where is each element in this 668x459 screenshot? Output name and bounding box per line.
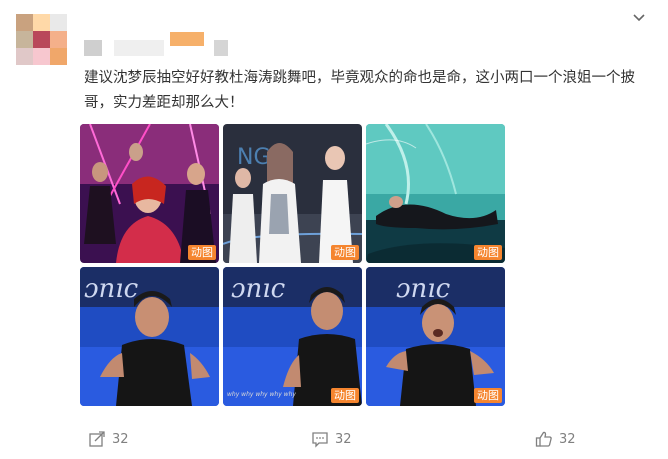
post-image[interactable]: ɔnıc why why why why why 动图 [223, 267, 362, 406]
share-count: 32 [112, 431, 129, 447]
avatar-pixel [50, 31, 67, 48]
comment-button[interactable]: 32 [311, 430, 352, 448]
comment-icon [312, 432, 328, 448]
avatar-pixel [50, 48, 67, 65]
gif-badge: 动图 [188, 245, 216, 260]
avatar-pixel [16, 31, 33, 48]
avatar-pixel [16, 48, 33, 65]
like-button[interactable]: 32 [535, 430, 576, 448]
svg-text:NG: NG [237, 145, 271, 170]
thumbs-up-icon [535, 431, 552, 447]
gif-badge: 动图 [474, 388, 502, 403]
like-count: 32 [559, 431, 576, 447]
avatar-pixel [33, 31, 50, 48]
gif-badge: 动图 [331, 388, 359, 403]
post-image[interactable]: 动图 [80, 124, 219, 263]
post-image[interactable]: 动图 [366, 124, 505, 263]
avatar-pixel [33, 48, 50, 65]
username-blurred[interactable] [84, 32, 244, 56]
avatar-pixel [16, 14, 33, 31]
share-icon [89, 431, 105, 447]
svg-text:ɔnıc: ɔnıc [231, 274, 286, 304]
post-image[interactable]: NG 动图 [223, 124, 362, 263]
chevron-down-icon[interactable] [631, 10, 647, 26]
svg-text:ɔnıc: ɔnıc [84, 274, 139, 304]
avatar-pixel [50, 14, 67, 31]
post-image[interactable]: ɔnıc [80, 267, 219, 406]
avatar[interactable] [16, 14, 67, 65]
video-subtitle: why why why why why [227, 391, 296, 398]
image-grid: 动图 NG 动图 动图 ɔnıc ɔnıc why why why why wh… [80, 124, 505, 406]
comment-count: 32 [335, 431, 352, 447]
post-text: 建议沈梦辰抽空好好教杜海涛跳舞吧，毕竟观众的命也是命，这小两口一个浪姐一个披哥，… [84, 70, 635, 111]
avatar-pixel [33, 14, 50, 31]
gif-badge: 动图 [474, 245, 502, 260]
share-button[interactable]: 32 [88, 430, 129, 448]
post-image[interactable]: ɔnıc 动图 [366, 267, 505, 406]
gif-badge: 动图 [331, 245, 359, 260]
svg-text:ɔnıc: ɔnıc [396, 274, 451, 304]
